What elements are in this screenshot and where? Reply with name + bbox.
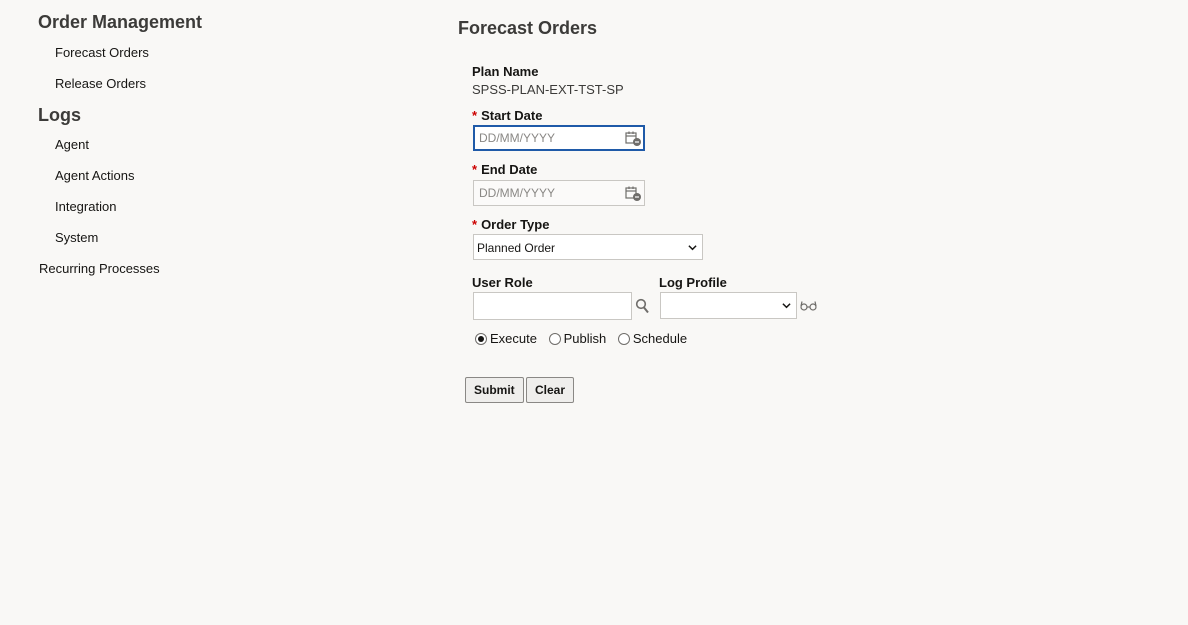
radio-publish-label: Publish (563, 331, 607, 346)
sidebar-item-recurring-processes[interactable]: Recurring Processes (39, 261, 160, 276)
glasses-icon[interactable] (800, 300, 817, 312)
end-date-input[interactable] (479, 184, 619, 202)
end-date-label-text: End Date (481, 162, 538, 177)
log-profile-select[interactable] (660, 292, 797, 319)
order-type-label: * Order Type (472, 217, 549, 232)
radio-execute-indicator[interactable] (475, 332, 487, 345)
clear-button[interactable]: Clear (526, 377, 575, 403)
sidebar-item-agent-actions[interactable]: Agent Actions (55, 168, 135, 183)
radio-schedule-label: Schedule (632, 331, 688, 346)
submit-button[interactable]: Submit (465, 377, 524, 403)
start-date-input[interactable] (479, 129, 619, 147)
plan-name-label: Plan Name (472, 64, 539, 79)
order-management-heading: Order Management (38, 12, 203, 32)
mode-radio-group: Execute Publish Schedule (475, 331, 695, 348)
user-role-input[interactable] (473, 292, 632, 320)
order-type-select[interactable]: Planned Order (473, 234, 703, 260)
log-profile-label: Log Profile (659, 275, 727, 290)
radio-publish-indicator[interactable] (548, 332, 561, 345)
user-role-label: User Role (472, 275, 533, 290)
order-type-selected: Planned Order (477, 241, 556, 255)
plan-name-value: SPSS-PLAN-EXT-TST-SP (472, 82, 624, 97)
end-date-label: * End Date (472, 162, 537, 177)
start-date-field (473, 125, 645, 151)
chevron-down-icon (688, 245, 697, 251)
start-date-label: * Start Date (472, 108, 542, 123)
end-date-field (473, 180, 645, 206)
sidebar-item-system[interactable]: System (55, 230, 98, 245)
required-marker: * (472, 108, 478, 123)
page-title: Forecast Orders (458, 18, 598, 38)
sidebar-item-release-orders[interactable]: Release Orders (55, 76, 146, 91)
radio-schedule-indicator[interactable] (617, 332, 630, 345)
radio-execute-label: Execute (490, 331, 537, 346)
calendar-icon[interactable] (625, 131, 642, 147)
sidebar-item-forecast-orders[interactable]: Forecast Orders (55, 45, 149, 60)
chevron-down-icon (782, 303, 791, 309)
sidebar-item-agent[interactable]: Agent (55, 137, 89, 152)
logs-heading: Logs (38, 105, 81, 125)
order-type-label-text: Order Type (481, 217, 550, 232)
start-date-label-text: Start Date (481, 108, 543, 123)
search-icon[interactable] (635, 298, 649, 314)
radio-schedule[interactable]: Schedule (617, 331, 688, 346)
sidebar-item-integration[interactable]: Integration (55, 199, 116, 214)
radio-execute[interactable]: Execute (475, 331, 537, 346)
radio-publish[interactable]: Publish (548, 331, 607, 346)
calendar-icon[interactable] (625, 186, 642, 202)
required-marker: * (472, 217, 478, 232)
required-marker: * (472, 162, 478, 177)
